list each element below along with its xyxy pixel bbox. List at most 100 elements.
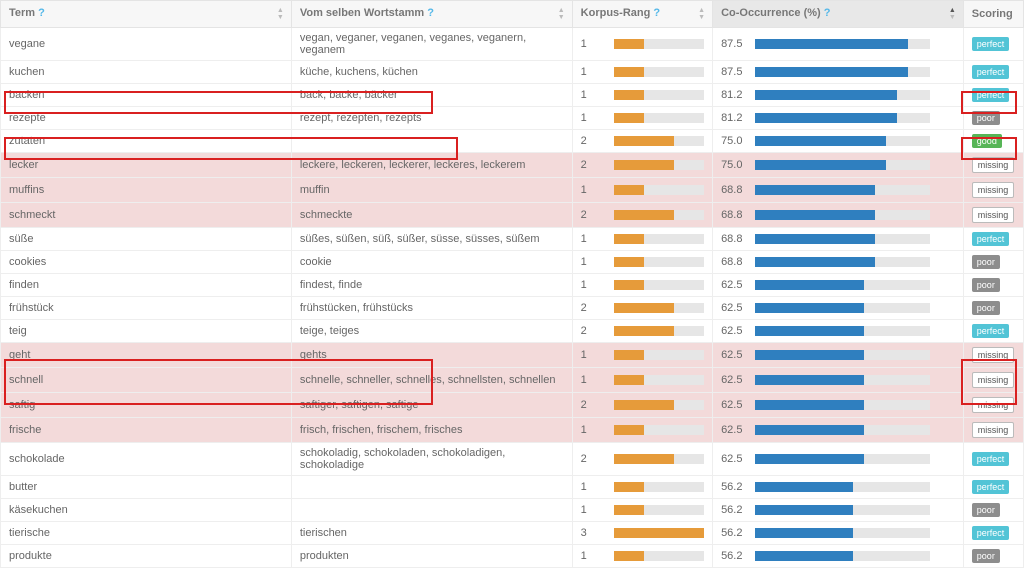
cell-stem: muffin	[291, 178, 572, 203]
rang-bar	[614, 303, 704, 313]
rang-value: 1	[581, 89, 608, 101]
cell-co: 62.5	[713, 320, 964, 343]
table-row[interactable]: muffinsmuffin168.8missing	[1, 178, 1024, 203]
cell-rang: 1	[572, 343, 712, 368]
rang-value: 1	[581, 349, 608, 361]
rang-bar	[614, 160, 704, 170]
table-row[interactable]: süßesüßes, süßen, süß, süßer, süsse, süs…	[1, 228, 1024, 251]
co-value: 75.0	[721, 135, 749, 147]
cell-rang: 1	[572, 178, 712, 203]
table-row[interactable]: schnellschnelle, schneller, schnelles, s…	[1, 368, 1024, 393]
cell-score: missing	[963, 203, 1023, 228]
cell-rang: 2	[572, 203, 712, 228]
cell-term: lecker	[1, 153, 292, 178]
cell-score: perfect	[963, 28, 1023, 61]
co-value: 62.5	[721, 374, 749, 386]
score-badge: missing	[972, 207, 1015, 223]
cell-term: käsekuchen	[1, 499, 292, 522]
help-icon[interactable]: ?	[38, 7, 45, 19]
table-row[interactable]: schmecktschmeckte268.8missing	[1, 203, 1024, 228]
cell-rang: 2	[572, 130, 712, 153]
rang-value: 1	[581, 481, 608, 493]
table-row[interactable]: leckerleckere, leckeren, leckerer, lecke…	[1, 153, 1024, 178]
rang-value: 3	[581, 527, 608, 539]
cell-stem: vegan, veganer, veganen, veganes, vegane…	[291, 28, 572, 61]
table-row[interactable]: saftigsaftiger, saftigen, saftige262.5mi…	[1, 393, 1024, 418]
score-badge: poor	[972, 255, 1000, 269]
cell-rang: 1	[572, 84, 712, 107]
cell-rang: 2	[572, 153, 712, 178]
table-row[interactable]: cookiescookie168.8poor	[1, 251, 1024, 274]
cell-co: 87.5	[713, 61, 964, 84]
cell-term: vegane	[1, 28, 292, 61]
cell-stem: gehts	[291, 343, 572, 368]
col-header-stem[interactable]: Vom selben Wortstamm ?▲▼	[291, 1, 572, 28]
cell-term: frische	[1, 418, 292, 443]
col-header-term[interactable]: Term ?▲▼	[1, 1, 292, 28]
table-row[interactable]: backenback, backe, bäcker181.2perfect	[1, 84, 1024, 107]
rang-value: 1	[581, 256, 608, 268]
rang-bar	[614, 551, 704, 561]
cell-term: backen	[1, 84, 292, 107]
rang-value: 1	[581, 374, 608, 386]
co-bar	[755, 482, 930, 492]
table-row[interactable]: frühstückfrühstücken, frühstücks262.5poo…	[1, 297, 1024, 320]
cell-stem: findest, finde	[291, 274, 572, 297]
table-row[interactable]: tierischetierischen356.2perfect	[1, 522, 1024, 545]
table-row[interactable]: butter156.2perfect	[1, 476, 1024, 499]
rang-bar	[614, 113, 704, 123]
table-row[interactable]: frischefrisch, frischen, frischem, frisc…	[1, 418, 1024, 443]
score-badge: poor	[972, 301, 1000, 315]
terms-table: Term ?▲▼ Vom selben Wortstamm ?▲▼ Korpus…	[0, 0, 1024, 568]
help-icon[interactable]: ?	[427, 7, 434, 19]
rang-value: 2	[581, 135, 608, 147]
cell-co: 87.5	[713, 28, 964, 61]
cell-score: poor	[963, 274, 1023, 297]
cell-rang: 2	[572, 320, 712, 343]
cell-co: 68.8	[713, 228, 964, 251]
rang-bar	[614, 234, 704, 244]
help-icon[interactable]: ?	[653, 7, 660, 19]
cell-score: missing	[963, 153, 1023, 178]
co-value: 68.8	[721, 209, 749, 221]
cell-co: 75.0	[713, 130, 964, 153]
col-header-co[interactable]: Co-Occurrence (%) ?▲▼	[713, 1, 964, 28]
score-badge: poor	[972, 111, 1000, 125]
table-row[interactable]: produkteprodukten156.2poor	[1, 545, 1024, 568]
table-row[interactable]: teigteige, teiges262.5perfect	[1, 320, 1024, 343]
table-row[interactable]: rezepterezept, rezepten, rezepts181.2poo…	[1, 107, 1024, 130]
rang-bar	[614, 185, 704, 195]
help-icon[interactable]: ?	[824, 7, 831, 19]
co-bar	[755, 257, 930, 267]
table-row[interactable]: zutaten275.0good	[1, 130, 1024, 153]
table-row[interactable]: schokoladeschokoladig, schokoladen, scho…	[1, 443, 1024, 476]
table-row[interactable]: gehtgehts162.5missing	[1, 343, 1024, 368]
score-badge: missing	[972, 397, 1015, 413]
co-bar	[755, 425, 930, 435]
cell-co: 62.5	[713, 418, 964, 443]
co-bar	[755, 234, 930, 244]
table-row[interactable]: kuchenküche, kuchens, küchen187.5perfect	[1, 61, 1024, 84]
cell-stem: teige, teiges	[291, 320, 572, 343]
cell-stem: frisch, frischen, frischem, frisches	[291, 418, 572, 443]
co-value: 62.5	[721, 399, 749, 411]
col-header-score[interactable]: Scoring	[963, 1, 1023, 28]
rang-bar	[614, 257, 704, 267]
cell-term: schnell	[1, 368, 292, 393]
rang-value: 2	[581, 209, 608, 221]
cell-co: 56.2	[713, 522, 964, 545]
table-row[interactable]: veganevegan, veganer, veganen, veganes, …	[1, 28, 1024, 61]
cell-stem: frühstücken, frühstücks	[291, 297, 572, 320]
co-bar	[755, 551, 930, 561]
table-row[interactable]: findenfindest, finde162.5poor	[1, 274, 1024, 297]
cell-rang: 1	[572, 274, 712, 297]
co-bar	[755, 90, 930, 100]
co-value: 81.2	[721, 112, 749, 124]
co-value: 87.5	[721, 66, 749, 78]
col-header-rang[interactable]: Korpus-Rang ?▲▼	[572, 1, 712, 28]
cell-rang: 2	[572, 393, 712, 418]
cell-score: perfect	[963, 443, 1023, 476]
table-row[interactable]: käsekuchen156.2poor	[1, 499, 1024, 522]
score-badge: perfect	[972, 324, 1010, 338]
rang-bar	[614, 280, 704, 290]
